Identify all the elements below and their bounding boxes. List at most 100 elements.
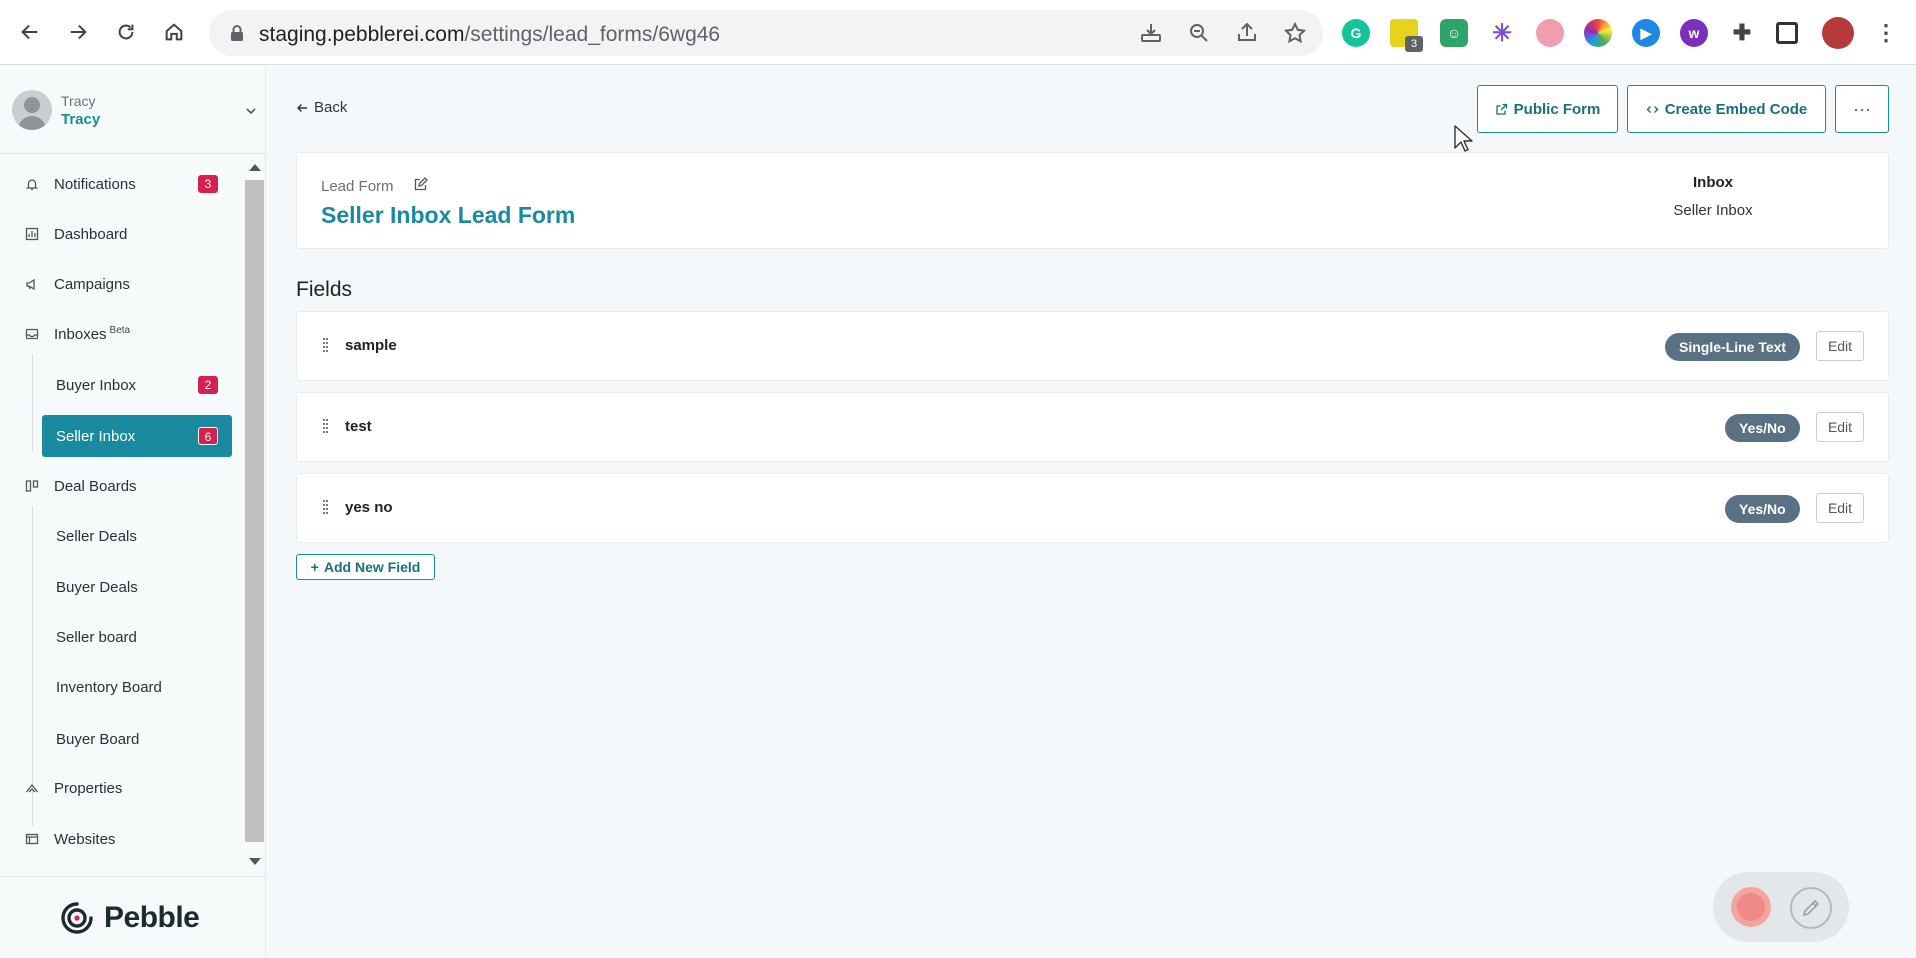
drag-handle-icon[interactable] [323,338,329,352]
forward-arrow-icon[interactable] [62,16,94,48]
back-link[interactable]: Back [296,99,347,116]
sidebar-item-label: Buyer Inbox [56,376,137,394]
back-arrow-icon[interactable] [14,16,46,48]
sidebar-item-buyer-board[interactable]: Buyer Board [42,718,232,760]
grammarly-icon[interactable]: G [1342,19,1370,47]
code-icon [1646,105,1659,113]
create-embed-code-button[interactable]: Create Embed Code [1627,85,1826,133]
sidebar-item-websites[interactable]: Websites [0,819,240,859]
field-type-badge: Yes/No [1725,495,1800,523]
add-field-label: Add New Field [323,559,421,575]
w-extension-icon[interactable]: w [1680,19,1708,47]
drag-handle-icon[interactable] [323,419,329,433]
edit-field-button[interactable]: Edit [1816,412,1864,442]
zoom-out-icon[interactable] [1187,21,1211,45]
embed-label: Create Embed Code [1664,100,1808,118]
pen-icon[interactable] [1790,887,1832,929]
record-button-icon[interactable] [1731,887,1771,927]
back-label: Back [314,99,348,116]
scroll-up-arrow-icon[interactable] [249,164,261,171]
scroll-down-arrow-icon[interactable] [249,858,261,865]
sidebar-item-label: Campaigns [54,275,130,293]
sidebar-item-inventory-board[interactable]: Inventory Board [42,666,232,708]
edit-field-button[interactable]: Edit [1816,331,1864,361]
sidebar-item-label: Deal Boards [54,477,137,495]
user-name: Tracy [61,111,101,128]
public-form-label: Public Form [1513,100,1601,118]
asterisk-extension-icon[interactable]: ✳ [1488,19,1516,47]
home-icon [25,783,39,793]
bookmark-star-icon[interactable] [1283,21,1307,45]
megaphone-icon [26,278,35,291]
share-icon[interactable] [1235,21,1259,45]
sidebar: Tracy Tracy Notifications 3 Dashboard Ca… [0,66,266,958]
user-small-name: Tracy [61,93,96,109]
extension-badge: 3 [1405,36,1423,52]
lock-icon [231,25,243,41]
field-row: sample Single-Line Text Edit [296,311,1889,381]
arrow-left-icon [297,103,307,112]
chevron-down-icon[interactable] [244,104,258,118]
lead-form-title: Seller Inbox Lead Form [321,202,576,228]
install-app-icon[interactable] [1139,21,1163,45]
inbox-icon [25,328,39,340]
divider [0,876,266,877]
sidebar-item-label: Inventory Board [56,678,162,696]
sidebar-item-label: Dashboard [54,225,128,243]
user-menu[interactable]: Tracy Tracy [12,90,262,136]
edit-pencil-icon[interactable] [413,177,428,192]
sidebar-item-seller-deals[interactable]: Seller Deals [42,515,232,557]
sidebar-item-campaigns[interactable]: Campaigns [0,264,240,304]
field-row: test Yes/No Edit [296,392,1889,462]
url-text: staging.pebblerei.com/settings/lead_form… [259,23,721,46]
arrow-extension-icon[interactable]: ▶ [1632,19,1660,47]
sidebar-item-deal-boards[interactable]: Deal Boards [0,466,240,506]
sidebar-item-properties[interactable]: Properties [0,768,240,808]
scroll-thumb[interactable] [245,180,264,842]
color-wheel-extension-icon[interactable] [1584,19,1612,47]
robot-extension-icon[interactable]: ☺ [1440,19,1468,47]
address-bar[interactable]: staging.pebblerei.com/settings/lead_form… [209,10,1323,56]
more-icon[interactable]: ⋮ [1872,19,1900,47]
field-type-badge: Yes/No [1725,414,1800,442]
more-options-button[interactable]: ··· [1835,85,1889,133]
recording-widget [1713,872,1849,942]
logo-text: Pebble [104,901,200,934]
dashboard-icon [25,227,39,241]
lead-form-label: Lead Form [321,178,394,195]
puzzle-icon[interactable]: ✚ [1728,19,1756,47]
add-new-field-button[interactable]: + Add New Field [296,554,435,580]
reload-icon[interactable] [110,16,142,48]
pebble-logo-icon [61,902,93,934]
ellipsis-icon: ··· [1853,98,1871,119]
field-row: yes no Yes/No Edit [296,473,1889,543]
sidebar-item-label: Seller Inbox [56,427,136,445]
inbox-value: Seller Inbox [1673,202,1753,219]
sidebar-item-seller-inbox[interactable]: Seller Inbox 6 [42,415,232,457]
field-type-badge: Single-Line Text [1665,333,1801,361]
public-form-button[interactable]: Public Form [1477,85,1618,133]
sidebar-scrollbar[interactable] [243,154,265,872]
side-panel-icon[interactable] [1776,22,1798,44]
sidebar-item-notifications[interactable]: Notifications 3 [0,164,240,204]
avatar [12,90,52,130]
field-name: test [345,418,372,435]
edit-field-button[interactable]: Edit [1816,493,1864,523]
bubble-extension-icon[interactable] [1536,19,1564,47]
drag-handle-icon[interactable] [323,500,329,514]
board-icon [25,480,39,492]
home-icon[interactable] [158,16,190,48]
sidebar-item-buyer-deals[interactable]: Buyer Deals [42,566,232,608]
sidebar-item-label: Properties [54,779,123,797]
sidebar-item-inboxes[interactable]: Inboxes Beta [0,314,240,354]
fields-heading: Fields [296,278,353,301]
profile-avatar-icon[interactable] [1822,17,1854,49]
submenu-guide-line [32,354,33,452]
sidebar-item-buyer-inbox[interactable]: Buyer Inbox 2 [42,364,232,406]
pebble-logo[interactable]: Pebble [60,898,200,938]
mouse-cursor-icon [1454,125,1473,152]
browser-icon [25,833,39,845]
sidebar-item-seller-board[interactable]: Seller board [42,616,232,658]
sidebar-item-dashboard[interactable]: Dashboard [0,214,240,254]
plus-icon: + [310,559,319,575]
